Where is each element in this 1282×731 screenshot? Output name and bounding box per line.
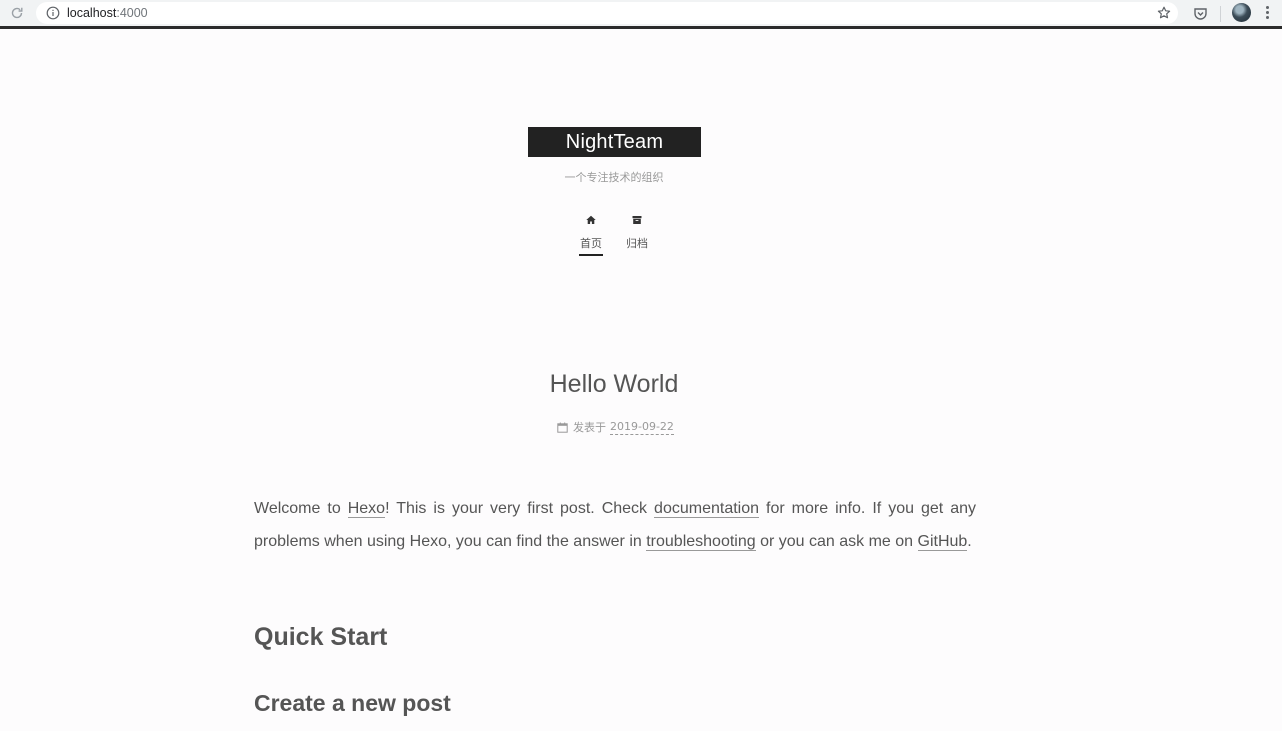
body-text: . — [967, 532, 972, 550]
post-meta-label: 发表于 — [573, 421, 606, 434]
active-menu-underline — [579, 254, 603, 256]
url-host: localhost — [67, 6, 117, 20]
browser-toolbar: localhost:4000 — [0, 0, 1282, 29]
menu-item-label: 首页 — [580, 237, 602, 250]
troubleshooting-link[interactable]: troubleshooting — [646, 532, 756, 551]
url-port: :4000 — [116, 6, 148, 20]
heading-quick-start: Quick Start — [254, 623, 388, 651]
body-text: Welcome to — [254, 500, 348, 517]
calendar-icon — [557, 422, 568, 433]
menu-item-home[interactable]: 首页 — [576, 212, 606, 256]
site-subtitle: 一个专注技术的组织 — [564, 171, 664, 184]
body-text: or you can ask me on — [755, 532, 918, 550]
body-text: ! This is your very first post. Check — [385, 500, 655, 517]
pocket-icon[interactable] — [1192, 5, 1209, 22]
bookmark-star-icon[interactable] — [1156, 5, 1172, 21]
address-bar[interactable]: localhost:4000 — [36, 2, 1178, 24]
url-text[interactable]: localhost:4000 — [67, 6, 148, 20]
home-icon — [576, 212, 606, 228]
archive-icon — [622, 212, 652, 228]
documentation-link[interactable]: documentation — [654, 500, 760, 518]
menu-item-label: 归档 — [626, 237, 648, 250]
post-meta: 发表于 2019-09-22 — [557, 419, 674, 435]
menu-item-archive[interactable]: 归档 — [622, 212, 652, 251]
post-date: 2019-09-22 — [610, 419, 674, 435]
post-paragraph: Welcome to Hexo! This is your very first… — [254, 493, 976, 558]
heading-create-post: Create a new post — [254, 690, 451, 716]
profile-avatar[interactable] — [1232, 3, 1251, 22]
info-icon[interactable] — [46, 6, 60, 20]
menu-kebab-icon[interactable] — [1266, 6, 1270, 22]
site-title[interactable]: NightTeam — [528, 127, 701, 157]
github-link[interactable]: GitHub — [917, 532, 968, 551]
post-title[interactable]: Hello World — [0, 369, 1228, 399]
toolbar-divider — [1220, 6, 1221, 22]
reload-icon[interactable] — [9, 5, 25, 21]
hexo-link[interactable]: Hexo — [347, 500, 386, 518]
